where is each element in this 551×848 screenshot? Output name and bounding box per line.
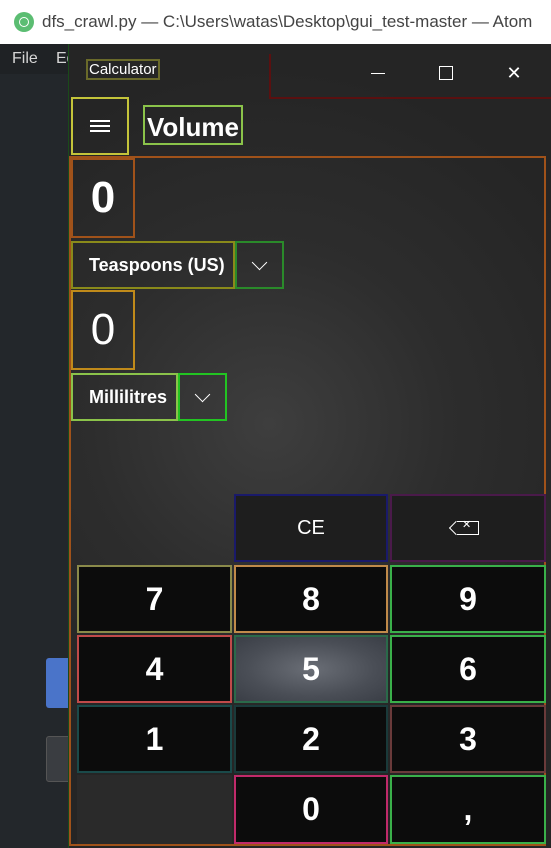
- maximize-icon: [439, 66, 453, 80]
- atom-dark-button[interactable]: [46, 736, 70, 782]
- digit-3-button[interactable]: 3: [390, 705, 546, 773]
- empty-key: [77, 775, 232, 844]
- mode-title: Volume: [143, 105, 243, 145]
- maximize-button[interactable]: [423, 58, 469, 88]
- digit-7-button[interactable]: 7: [77, 565, 232, 633]
- close-button[interactable]: ✕: [491, 58, 537, 88]
- calculator-window: Calculator ✕ Volume 0 Teaspoons (US) 0 M…: [68, 44, 551, 848]
- digit-2-button[interactable]: 2: [234, 705, 388, 773]
- atom-logo-icon: [14, 12, 34, 32]
- digit-6-button[interactable]: 6: [390, 635, 546, 703]
- atom-sidebar: [0, 74, 70, 848]
- digit-8-button[interactable]: 8: [234, 565, 388, 633]
- digit-9-button[interactable]: 9: [390, 565, 546, 633]
- chevron-down-icon: [194, 386, 211, 402]
- atom-titlebar: dfs_crawl.py — C:\Users\watas\Desktop\gu…: [0, 0, 551, 44]
- backspace-icon: [457, 518, 479, 535]
- backspace-button[interactable]: [390, 494, 546, 562]
- atom-blue-button[interactable]: [46, 658, 70, 708]
- to-unit-chevron[interactable]: [178, 373, 227, 421]
- output-value: 0: [71, 290, 135, 370]
- hamburger-icon: [90, 120, 110, 132]
- from-unit-chevron[interactable]: [235, 241, 284, 289]
- calculator-title: Calculator: [86, 59, 160, 80]
- atom-window-title: dfs_crawl.py — C:\Users\watas\Desktop\gu…: [42, 12, 533, 31]
- minimize-icon: [371, 72, 385, 74]
- clear-entry-button[interactable]: CE: [234, 494, 388, 562]
- close-icon: ✕: [506, 62, 522, 83]
- minimize-button[interactable]: [355, 58, 401, 88]
- from-unit-dropdown[interactable]: Teaspoons (US): [71, 241, 235, 289]
- navigation-menu-button[interactable]: [71, 97, 129, 155]
- input-value[interactable]: 0: [71, 158, 135, 238]
- digit-1-button[interactable]: 1: [77, 705, 232, 773]
- to-unit-dropdown[interactable]: Millilitres: [71, 373, 178, 421]
- digit-5-button[interactable]: 5: [234, 635, 388, 703]
- digit-0-button[interactable]: 0: [234, 775, 388, 844]
- decimal-separator-button[interactable]: ,: [390, 775, 546, 844]
- menu-file[interactable]: File: [12, 50, 38, 68]
- digit-4-button[interactable]: 4: [77, 635, 232, 703]
- chevron-down-icon: [251, 254, 268, 270]
